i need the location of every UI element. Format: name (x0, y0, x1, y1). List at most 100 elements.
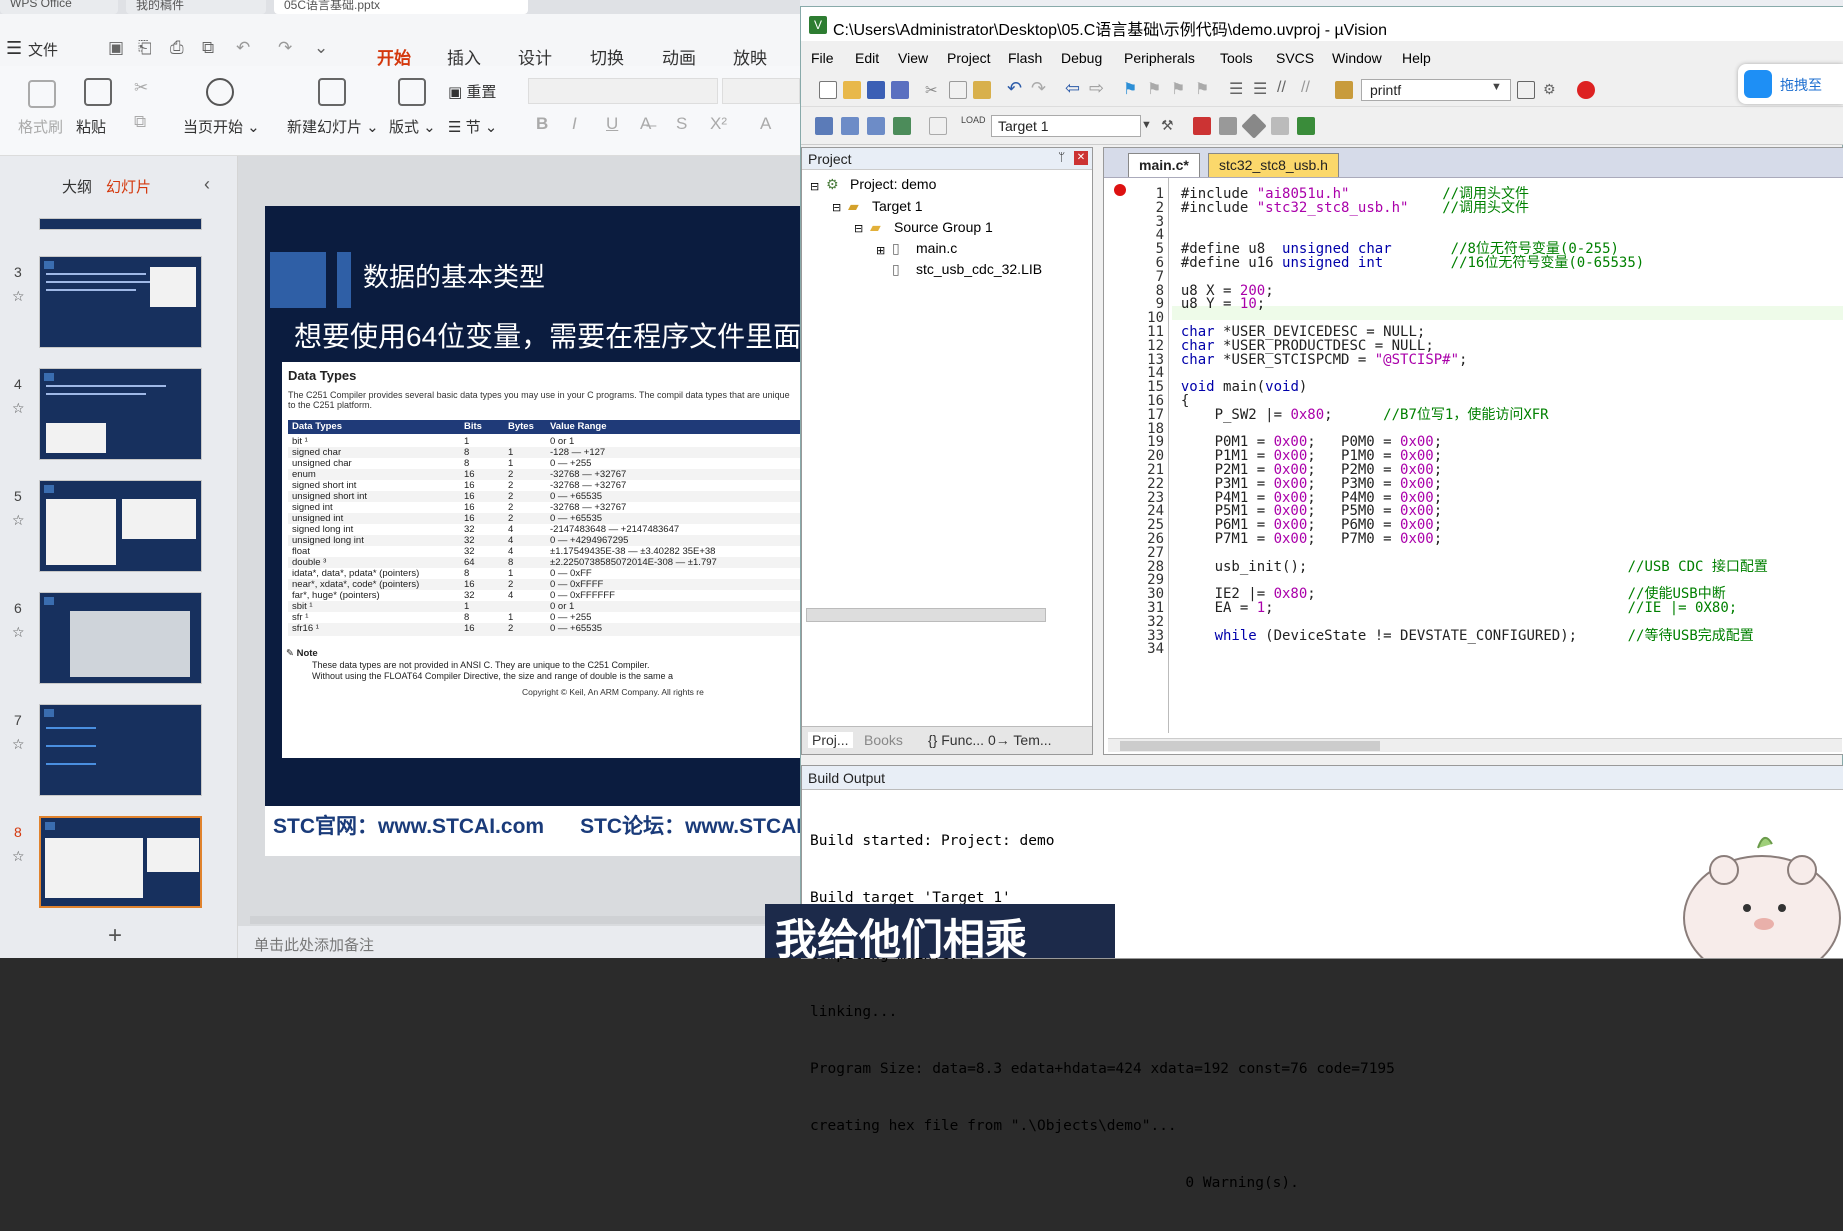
redo-icon[interactable]: ↷ (278, 38, 292, 58)
batch-build-icon[interactable] (893, 117, 911, 135)
rebuild-icon[interactable] (867, 117, 885, 135)
translate-icon[interactable] (815, 117, 833, 135)
debug-icon[interactable] (1577, 81, 1595, 99)
scroll-thumb[interactable] (1120, 741, 1380, 751)
bold-icon[interactable]: B (536, 114, 548, 134)
layout-button[interactable]: 版式 ⌄ (389, 116, 436, 137)
cut-icon[interactable]: ✂ (925, 81, 943, 99)
copy-icon[interactable] (949, 81, 967, 99)
shadow-icon[interactable]: S (676, 114, 687, 134)
indent-icon[interactable]: ☰ (1229, 79, 1247, 98)
nav-forward-icon[interactable]: ⇨ (1089, 78, 1107, 98)
bookmark-next-icon[interactable]: ⚑ (1171, 79, 1189, 98)
add-slide-icon[interactable]: + (108, 922, 122, 950)
strikethrough-icon[interactable]: A̶ (640, 114, 651, 134)
save-all-icon[interactable] (891, 81, 909, 99)
menu-flash[interactable]: Flash (1008, 50, 1042, 66)
menu-help[interactable]: Help (1402, 50, 1431, 66)
find-combo[interactable]: printf (1361, 79, 1511, 101)
tree-project[interactable]: Project: demo (850, 176, 936, 192)
slide-thumb-2[interactable] (39, 218, 202, 230)
preview-icon[interactable]: ⧉ (202, 38, 214, 58)
menu-file[interactable]: 文件 (28, 39, 58, 60)
find-in-files-icon[interactable] (1335, 81, 1353, 99)
code-area[interactable]: 1 #include "ai8051u.h" //调用头文件 2 #include… (1104, 186, 1843, 734)
config-icon[interactable]: ⚙ (1543, 81, 1561, 99)
menu-peripherals[interactable]: Peripherals (1124, 50, 1195, 66)
unindent-icon[interactable]: ☰ (1253, 79, 1271, 98)
select-packs-icon[interactable] (1241, 113, 1267, 139)
menu-view[interactable]: View (898, 50, 928, 66)
uncomment-icon[interactable]: // (1301, 79, 1319, 97)
horizontal-scrollbar[interactable] (250, 916, 790, 924)
bookmark-clear-icon[interactable]: ⚑ (1195, 79, 1213, 98)
menu-svcs[interactable]: SVCS (1276, 50, 1314, 66)
chevron-down-icon[interactable]: ▼ (1141, 119, 1152, 131)
italic-icon[interactable]: I (572, 114, 577, 134)
play-current-button[interactable]: 当页开始 ⌄ (183, 116, 260, 137)
collapse-icon[interactable]: ⊟ (854, 222, 863, 235)
notes-placeholder[interactable]: 单击此处添加备注 (238, 926, 800, 958)
tab-templates[interactable]: 0→ Tem... (988, 732, 1052, 748)
tree-lib-file[interactable]: stc_usb_cdc_32.LIB (916, 261, 1042, 277)
comment-icon[interactable]: // (1277, 79, 1295, 97)
project-hscrollbar[interactable] (806, 608, 1046, 622)
target-select[interactable]: Target 1 (991, 115, 1141, 137)
menu-file[interactable]: File (811, 50, 834, 66)
tab-stc32-header[interactable]: stc32_stc8_usb.h (1208, 153, 1339, 177)
tab-main-c[interactable]: main.c* (1128, 153, 1200, 177)
superscript-icon[interactable]: X² (710, 114, 727, 134)
copy-icon[interactable]: ⧉ (134, 112, 146, 132)
pack-installer-icon[interactable] (1271, 117, 1289, 135)
tab-pptx[interactable]: 05C语言基础.pptx (274, 0, 528, 14)
more-icon[interactable]: ⌄ (314, 38, 328, 58)
nav-back-icon[interactable]: ⇦ (1065, 78, 1083, 98)
slide-thumb-3[interactable] (39, 256, 202, 348)
menu-edit[interactable]: Edit (855, 50, 879, 66)
collapse-icon[interactable]: ⊟ (832, 201, 841, 214)
print-icon[interactable]: ⎙ (170, 38, 184, 58)
editor-hscrollbar[interactable] (1108, 738, 1842, 752)
menu-tools[interactable]: Tools (1220, 50, 1253, 66)
tree-target[interactable]: Target 1 (872, 198, 923, 214)
drag-to-badge[interactable]: 拖拽至 (1738, 64, 1843, 104)
format-painter-button[interactable]: 格式刷 (18, 116, 63, 137)
tree-main-c[interactable]: main.c (916, 240, 957, 256)
bookmark-icon[interactable]: ⚑ (1123, 79, 1141, 98)
slide-thumb-4[interactable] (39, 368, 202, 460)
menu-project[interactable]: Project (947, 50, 991, 66)
stop-build-icon[interactable] (929, 117, 947, 135)
tab-functions[interactable]: {} Func... (928, 732, 984, 748)
hamburger-icon[interactable]: ☰ (6, 38, 22, 59)
section-button[interactable]: ☰ 节 ⌄ (448, 116, 497, 137)
tab-drafts[interactable]: 我的稿件 (126, 0, 266, 14)
menu-debug[interactable]: Debug (1061, 50, 1102, 66)
paste-icon[interactable] (973, 81, 991, 99)
open-file-icon[interactable] (843, 81, 861, 99)
menu-window[interactable]: Window (1332, 50, 1382, 66)
undo-icon[interactable]: ↶ (236, 38, 250, 58)
open-icon[interactable]: ⎗ (138, 38, 152, 58)
slide-thumb-8-active[interactable] (39, 816, 202, 908)
collapse-icon[interactable]: ‹ (204, 174, 210, 195)
paste-button[interactable]: 粘贴 (76, 116, 106, 137)
font-name-select[interactable] (528, 78, 718, 104)
close-icon[interactable]: ✕ (1074, 151, 1088, 165)
save-icon[interactable]: ▣ (108, 38, 124, 58)
bookmark-prev-icon[interactable]: ⚑ (1147, 79, 1165, 98)
tree-source-group[interactable]: Source Group 1 (894, 219, 993, 235)
incremental-find-icon[interactable] (1517, 81, 1535, 99)
save-icon[interactable] (867, 81, 885, 99)
slide-thumb-5[interactable] (39, 480, 202, 572)
undo-icon[interactable]: ↶ (1007, 78, 1025, 98)
new-file-icon[interactable] (819, 81, 837, 99)
target-options-icon[interactable]: ⚒ (1161, 117, 1179, 135)
collapse-icon[interactable]: ⊟ (810, 180, 819, 193)
slide-thumb-6[interactable] (39, 592, 202, 684)
slide-thumb-7[interactable] (39, 704, 202, 796)
manage-project-icon[interactable] (1193, 117, 1211, 135)
tab-wps-home[interactable]: WPS Office (0, 0, 118, 14)
tab-books[interactable]: Books (864, 732, 903, 748)
font-color-icon[interactable]: A (760, 114, 771, 134)
rte-icon[interactable] (1297, 117, 1315, 135)
